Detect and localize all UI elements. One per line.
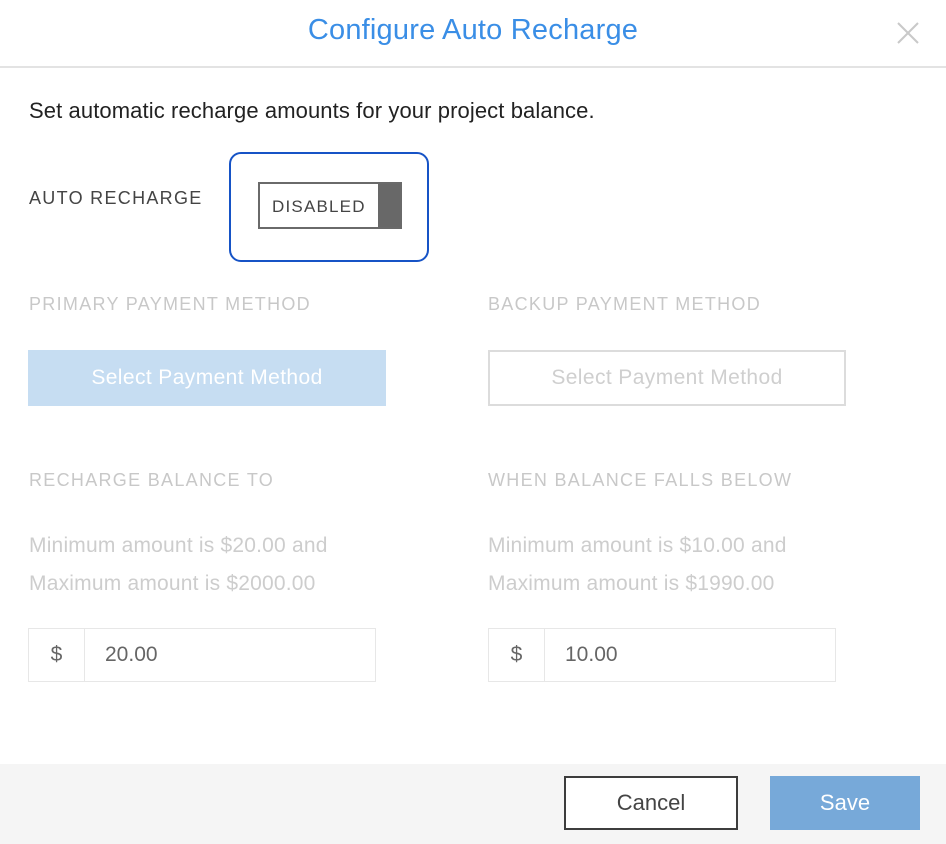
currency-prefix: $ — [489, 629, 545, 681]
primary-payment-label: PRIMARY PAYMENT METHOD — [29, 294, 311, 314]
select-primary-payment-button[interactable]: Select Payment Method — [28, 350, 386, 406]
recharge-to-hint-min: Minimum amount is $20.00 and — [29, 534, 328, 557]
auto-recharge-toggle[interactable]: DISABLED — [258, 182, 402, 229]
falls-below-hint-min: Minimum amount is $10.00 and — [488, 534, 787, 557]
backup-payment-label: BACKUP PAYMENT METHOD — [488, 294, 762, 314]
select-backup-payment-button[interactable]: Select Payment Method — [488, 350, 846, 406]
falls-below-input[interactable] — [546, 629, 835, 681]
recharge-to-hint: Minimum amount is $20.00 and Maximum amo… — [29, 527, 328, 603]
auto-recharge-dialog: Configure Auto Recharge Set automatic re… — [0, 0, 946, 844]
dialog-intro: Set automatic recharge amounts for your … — [29, 98, 595, 123]
auto-recharge-label: AUTO RECHARGE — [29, 188, 203, 208]
falls-below-field: $ — [488, 628, 836, 682]
save-button[interactable]: Save — [770, 776, 920, 830]
dialog-header: Configure Auto Recharge — [0, 0, 946, 68]
close-icon[interactable] — [895, 20, 921, 46]
recharge-to-hint-max: Maximum amount is $2000.00 — [29, 572, 316, 595]
recharge-to-field: $ — [28, 628, 376, 682]
toggle-knob — [378, 184, 400, 227]
currency-prefix: $ — [29, 629, 85, 681]
cancel-button[interactable]: Cancel — [564, 776, 738, 830]
falls-below-label: WHEN BALANCE FALLS BELOW — [488, 470, 793, 490]
recharge-to-input[interactable] — [86, 629, 375, 681]
dialog-title: Configure Auto Recharge — [307, 14, 639, 46]
falls-below-hint-max: Maximum amount is $1990.00 — [488, 572, 775, 595]
falls-below-hint: Minimum amount is $10.00 and Maximum amo… — [488, 527, 787, 603]
toggle-state-text: DISABLED — [272, 197, 366, 216]
recharge-to-label: RECHARGE BALANCE TO — [29, 470, 275, 490]
